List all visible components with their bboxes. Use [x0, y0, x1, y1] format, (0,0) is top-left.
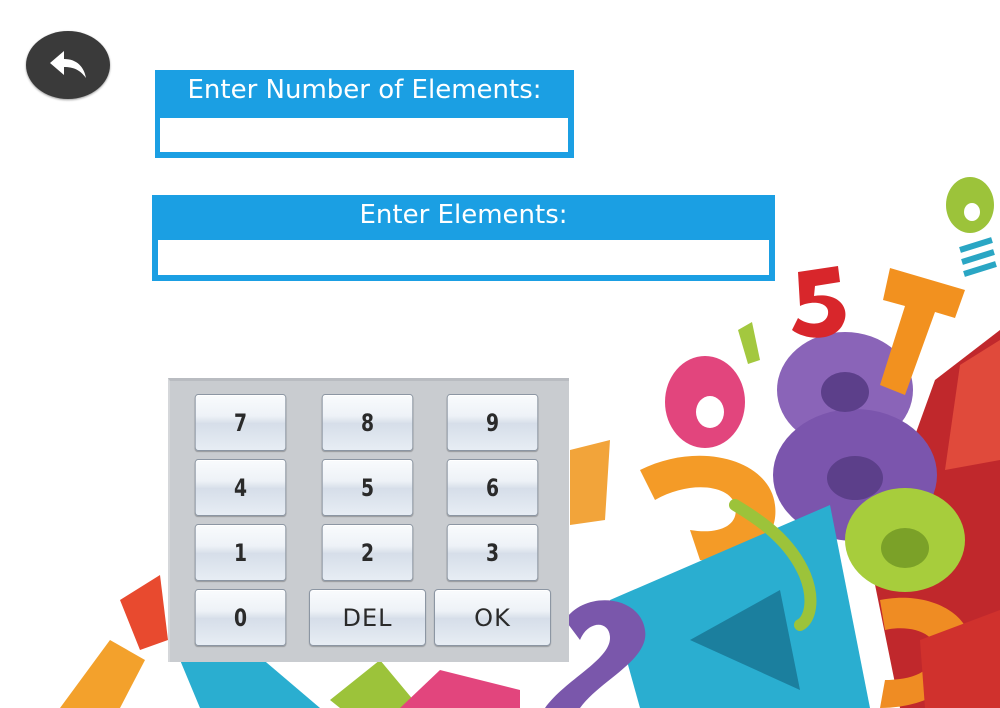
elements-panel: Enter Elements:	[152, 195, 775, 281]
deco-red-block-2	[945, 340, 1000, 470]
element-count-label: Enter Number of Elements:	[187, 75, 542, 105]
deco-purple-8-hole2	[827, 456, 883, 500]
deco-green-bottom-left	[330, 660, 420, 708]
key-4[interactable]: 4	[194, 459, 287, 516]
key-6[interactable]: 6	[446, 459, 539, 516]
key-3[interactable]: 3	[446, 524, 539, 581]
deco-pink-6	[665, 356, 745, 448]
deco-red-bottom-left	[120, 575, 168, 650]
ok-button[interactable]: OK	[434, 589, 551, 646]
deco-purple-8-top	[777, 332, 913, 448]
key-8[interactable]: 8	[321, 394, 414, 451]
deco-red-block	[870, 330, 1000, 708]
deco-teal-marks	[959, 237, 997, 277]
deco-orange-bottom-left	[60, 640, 145, 708]
back-button[interactable]	[26, 31, 110, 99]
deco-lime-6	[845, 488, 965, 592]
deco-green-6	[946, 177, 994, 233]
deco-green-6-hole	[964, 203, 980, 221]
deco-green-1	[738, 322, 760, 364]
deco-orange-7	[880, 268, 965, 395]
key-7[interactable]: 7	[194, 394, 287, 451]
key-0[interactable]: 0	[194, 589, 287, 646]
deco-orange-3b	[880, 597, 971, 708]
deco-teal-triangle	[610, 505, 870, 708]
element-count-input[interactable]	[160, 118, 568, 152]
deco-purple-8-hole1	[821, 372, 869, 412]
deco-pink-bottom	[400, 670, 520, 708]
deco-green-curve	[729, 499, 817, 631]
elements-label: Enter Elements:	[359, 200, 568, 230]
key-2[interactable]: 2	[321, 524, 414, 581]
deco-red-bottom	[920, 610, 1000, 708]
key-5[interactable]: 5	[321, 459, 414, 516]
deco-pink-6-hole	[696, 396, 724, 428]
element-count-panel: Enter Number of Elements:	[155, 70, 574, 158]
delete-button[interactable]: DEL	[309, 589, 426, 646]
key-1[interactable]: 1	[194, 524, 287, 581]
elements-input[interactable]	[158, 240, 769, 275]
deco-lime-6-hole	[881, 528, 929, 568]
key-9[interactable]: 9	[446, 394, 539, 451]
back-arrow-icon	[50, 51, 86, 78]
deco-red-5	[792, 266, 846, 338]
numeric-keypad: 7 8 9 4 5 6 1 2 3 0 DEL OK	[168, 378, 569, 662]
deco-orange-3	[640, 455, 776, 561]
deco-purple-8-bottom	[773, 409, 937, 541]
deco-teal-triangle-inner	[690, 590, 800, 690]
deco-orange-piece	[570, 440, 610, 525]
